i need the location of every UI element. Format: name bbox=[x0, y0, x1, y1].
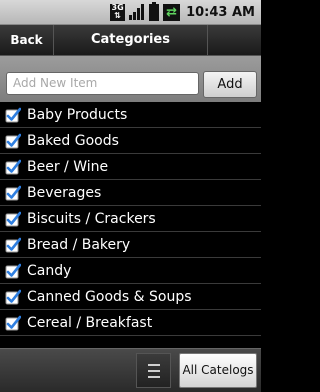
add-item-input[interactable]: Add New Item bbox=[6, 72, 199, 95]
category-row[interactable]: Biscuits / Crackers bbox=[0, 206, 261, 232]
add-item-bar: Add New Item Add bbox=[0, 56, 261, 102]
category-checkbox[interactable] bbox=[5, 315, 22, 331]
category-label: Cereal / Breakfast bbox=[27, 315, 153, 331]
category-checkbox[interactable] bbox=[5, 211, 22, 227]
sync-icon: ⇄ bbox=[163, 3, 181, 21]
category-label: Baby Products bbox=[27, 107, 128, 123]
category-checkbox[interactable] bbox=[5, 159, 22, 175]
category-row[interactable]: Baby Products bbox=[0, 102, 261, 128]
category-row[interactable]: Canned Goods & Soups bbox=[0, 284, 261, 310]
category-checkbox[interactable] bbox=[5, 133, 22, 149]
category-checkbox[interactable] bbox=[5, 237, 22, 253]
add-button[interactable]: Add bbox=[203, 71, 257, 98]
category-label: Beer / Wine bbox=[27, 159, 109, 175]
bottom-bar: All Catelogs bbox=[0, 348, 261, 392]
signal-strength-icon bbox=[129, 3, 145, 21]
category-checkbox[interactable] bbox=[5, 185, 22, 201]
category-row[interactable]: Candy bbox=[0, 258, 261, 284]
category-row[interactable]: Beverages bbox=[0, 180, 261, 206]
battery-icon bbox=[149, 1, 160, 21]
all-catalogs-button[interactable]: All Catelogs bbox=[179, 353, 257, 388]
category-row[interactable]: Cereal / Breakfast bbox=[0, 310, 261, 336]
category-checkbox[interactable] bbox=[5, 289, 22, 305]
status-icons: 3G ⇅ ⇄ 10:43 AM bbox=[110, 1, 255, 22]
category-row[interactable]: Bread / Bakery bbox=[0, 232, 261, 258]
category-label: Biscuits / Crackers bbox=[27, 211, 156, 227]
category-label: Baked Goods bbox=[27, 133, 119, 149]
category-label: Canned Goods & Soups bbox=[27, 289, 192, 305]
category-label: Bread / Bakery bbox=[27, 237, 131, 253]
title-bar: Back Categories bbox=[0, 25, 261, 56]
status-time: 10:43 AM bbox=[186, 4, 255, 20]
network-3g-icon: 3G ⇅ bbox=[110, 3, 126, 21]
category-label: Beverages bbox=[27, 185, 102, 201]
menu-button[interactable] bbox=[136, 353, 171, 388]
status-bar: 3G ⇅ ⇄ 10:43 AM bbox=[0, 0, 261, 25]
category-checkbox[interactable] bbox=[5, 263, 22, 279]
category-row[interactable]: Baked Goods bbox=[0, 128, 261, 154]
page-title: Categories bbox=[90, 32, 170, 47]
category-label: Candy bbox=[27, 263, 72, 279]
back-button[interactable]: Back bbox=[0, 25, 54, 55]
title-bar-right-slot bbox=[207, 25, 262, 55]
category-list: Baby Products Baked Goods Beer / Wine Bever… bbox=[0, 102, 261, 346]
category-checkbox[interactable] bbox=[5, 107, 22, 123]
category-row[interactable]: Beer / Wine bbox=[0, 154, 261, 180]
